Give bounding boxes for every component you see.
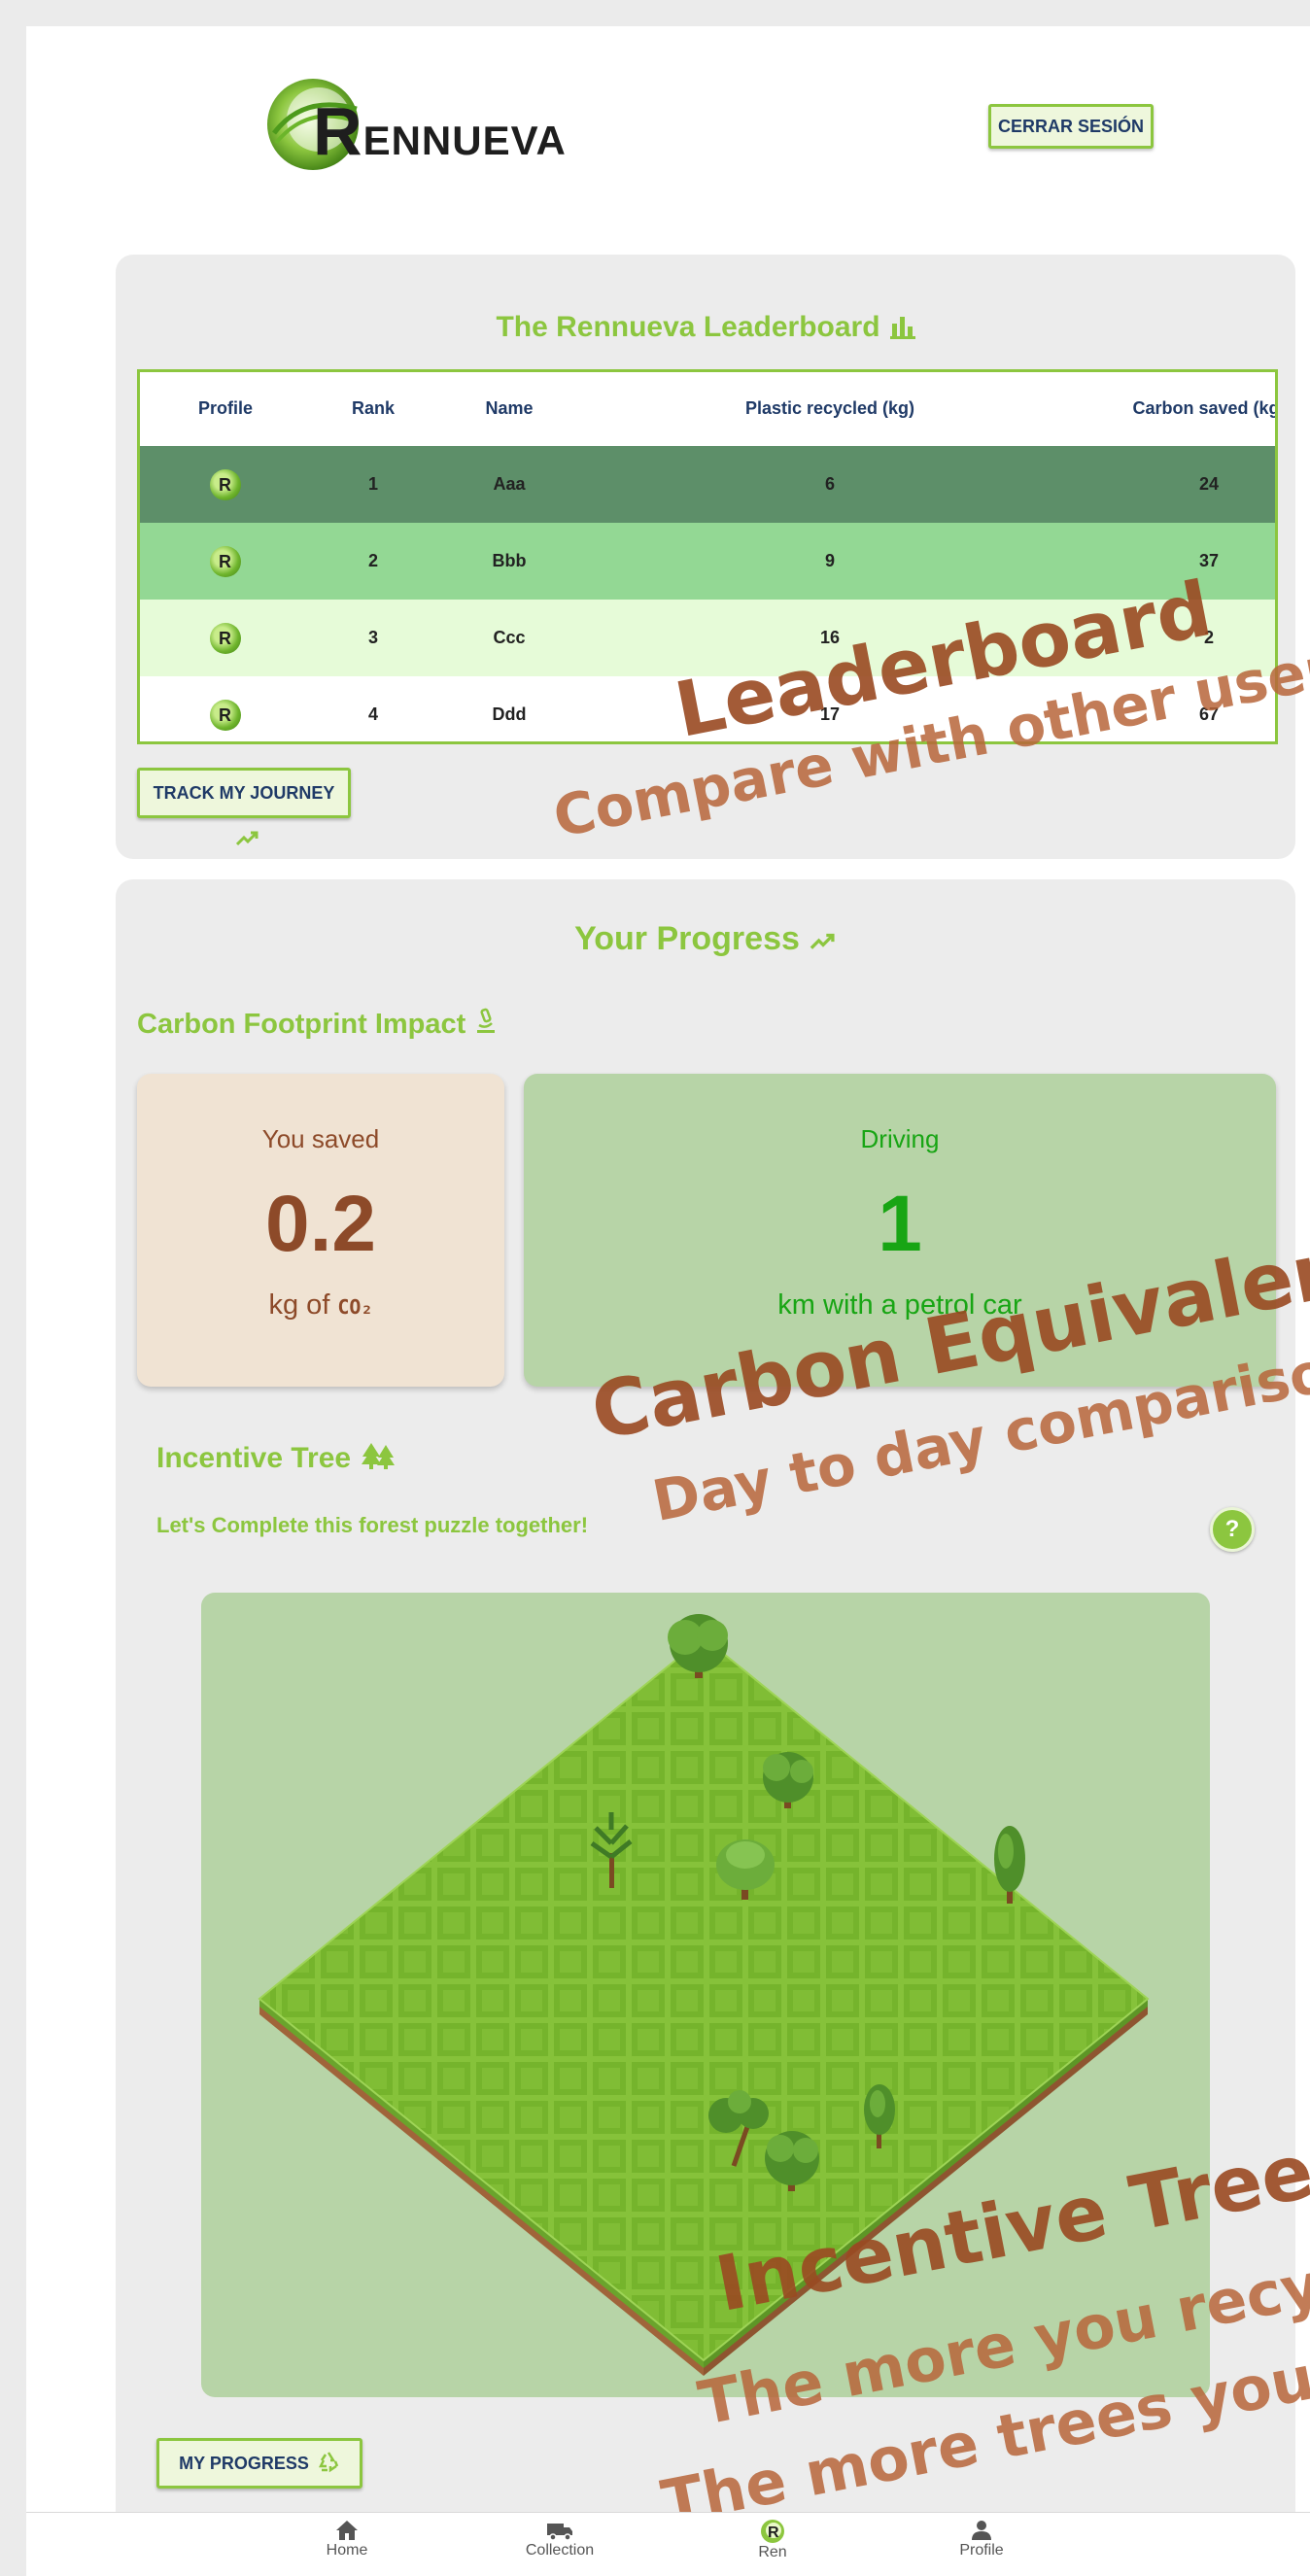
- carbon-impact-title: Carbon Footprint Impact: [137, 1009, 466, 1040]
- leaderboard-heading: The Rennueva Leaderboard: [116, 311, 1295, 344]
- nav-collection[interactable]: Collection: [501, 2517, 618, 2559]
- avatar-cell: R: [169, 676, 282, 741]
- column-header-name: Name: [485, 398, 534, 418]
- table-row[interactable]: R 1 Aaa 6 24: [140, 446, 1275, 523]
- nav-home-label: Home: [326, 2542, 368, 2559]
- carbon-cell: 67: [1198, 704, 1220, 724]
- nav-profile-label: Profile: [959, 2542, 1004, 2559]
- forest-icon: [362, 1443, 396, 1469]
- avatar: R: [210, 623, 241, 655]
- avatar-cell: R: [169, 600, 282, 676]
- avatar-cell: R: [169, 523, 282, 600]
- incentive-tree-heading: Incentive Tree: [156, 1441, 396, 1475]
- plastic-cell: 16: [819, 628, 841, 647]
- app-page: RENNUEVA CERRAR SESIÓN The Rennueva Lead…: [26, 26, 1310, 2575]
- leaderboard-table: Profile Rank Name Plastic recycled (kg) …: [137, 369, 1278, 744]
- avatar: R: [210, 546, 241, 578]
- avatar: R: [210, 469, 241, 501]
- carbon-cell: 2: [1203, 628, 1214, 647]
- person-icon: [972, 2521, 991, 2540]
- help-button[interactable]: ?: [1210, 1507, 1255, 1552]
- column-header-plastic: Plastic recycled (kg): [744, 398, 915, 418]
- driving-unit: km with a petrol car: [777, 1289, 1022, 1321]
- name-cell: Aaa: [493, 474, 526, 494]
- leaderboard-title: The Rennueva Leaderboard: [496, 311, 880, 343]
- table-row[interactable]: R 2 Bbb 9 37: [140, 523, 1275, 600]
- driving-equivalence-card: Driving 1 km with a petrol car: [524, 1074, 1276, 1387]
- column-header-profile: Profile: [197, 398, 253, 418]
- carbon-saved-card: You saved 0.2 kg of CO₂: [137, 1074, 504, 1387]
- nav-ren[interactable]: R Ren: [714, 2517, 831, 2561]
- name-cell: Ccc: [493, 628, 526, 647]
- my-progress-label: MY PROGRESS: [179, 2454, 309, 2473]
- home-icon: [336, 2521, 358, 2540]
- plastic-cell: 9: [824, 551, 835, 570]
- incentive-tree-subtitle: Let's Complete this forest puzzle togeth…: [156, 1513, 589, 1537]
- bar-chart-icon: [889, 317, 915, 339]
- svg-text:R: R: [768, 2524, 779, 2541]
- my-progress-button[interactable]: MY PROGRESS: [156, 2438, 362, 2489]
- progress-panel: Your Progress Carbon Footprint Impact Yo…: [116, 879, 1295, 2551]
- trending-up-icon: [810, 933, 835, 949]
- table-header-row: Profile Rank Name Plastic recycled (kg) …: [140, 372, 1275, 449]
- leaderboard-panel: The Rennueva Leaderboard Profile Rank Na…: [116, 255, 1295, 859]
- trending-up-icon: [235, 831, 259, 846]
- plastic-cell: 17: [819, 704, 841, 724]
- track-journey-label: TRACK MY JOURNEY: [153, 783, 335, 803]
- nav-ren-label: Ren: [758, 2544, 787, 2560]
- column-header-carbon: Carbon saved (kg): [1132, 398, 1278, 418]
- logout-button[interactable]: CERRAR SESIÓN: [988, 104, 1154, 149]
- nav-profile[interactable]: Profile: [923, 2517, 1040, 2559]
- rank-cell: 2: [367, 551, 378, 570]
- plastic-cell: 6: [824, 474, 835, 494]
- driving-label: Driving: [860, 1124, 940, 1153]
- saved-value: 0.2: [265, 1180, 376, 1268]
- avatar: R: [210, 700, 241, 732]
- carbon-impact-heading: Carbon Footprint Impact: [137, 1008, 497, 1041]
- saved-label: You saved: [261, 1124, 380, 1153]
- nav-collection-label: Collection: [525, 2542, 595, 2559]
- table-row[interactable]: R 3 Ccc 16 2: [140, 600, 1275, 676]
- rank-cell: 4: [367, 704, 378, 724]
- rank-cell: 1: [367, 474, 378, 494]
- rank-cell: 3: [367, 628, 378, 647]
- incentive-tree-title: Incentive Tree: [156, 1442, 352, 1474]
- microscope-icon: [477, 1008, 496, 1033]
- saved-unit-prefix: kg of: [268, 1289, 330, 1321]
- rennueva-logo: RENNUEVA: [264, 75, 595, 174]
- rennueva-logo-icon: R: [761, 2520, 784, 2543]
- nav-home[interactable]: Home: [289, 2517, 405, 2559]
- column-header-rank: Rank: [351, 398, 395, 418]
- logo-wordmark: RENNUEVA: [313, 93, 567, 169]
- recycle-icon: [318, 2452, 339, 2473]
- forest-puzzle: [201, 1593, 1210, 2397]
- avatar-cell: R: [169, 446, 282, 523]
- carbon-cell: 37: [1198, 551, 1220, 570]
- progress-title: Your Progress: [574, 920, 800, 957]
- co2-icon: CO₂: [337, 1295, 373, 1319]
- saved-unit: kg of CO₂: [137, 1289, 504, 1322]
- name-cell: Ddd: [492, 704, 527, 724]
- track-journey-button[interactable]: TRACK MY JOURNEY: [137, 768, 351, 846]
- bottom-navigation: Home Collection R Ren Profile: [26, 2512, 1310, 2576]
- carbon-cell: 24: [1198, 474, 1220, 494]
- progress-heading: Your Progress: [116, 920, 1295, 958]
- name-cell: Bbb: [492, 551, 527, 570]
- truck-icon: [547, 2524, 572, 2541]
- isometric-forest-grid: [258, 1614, 1150, 2376]
- table-row[interactable]: R 4 Ddd 17 67: [140, 676, 1275, 741]
- driving-value: 1: [878, 1180, 922, 1268]
